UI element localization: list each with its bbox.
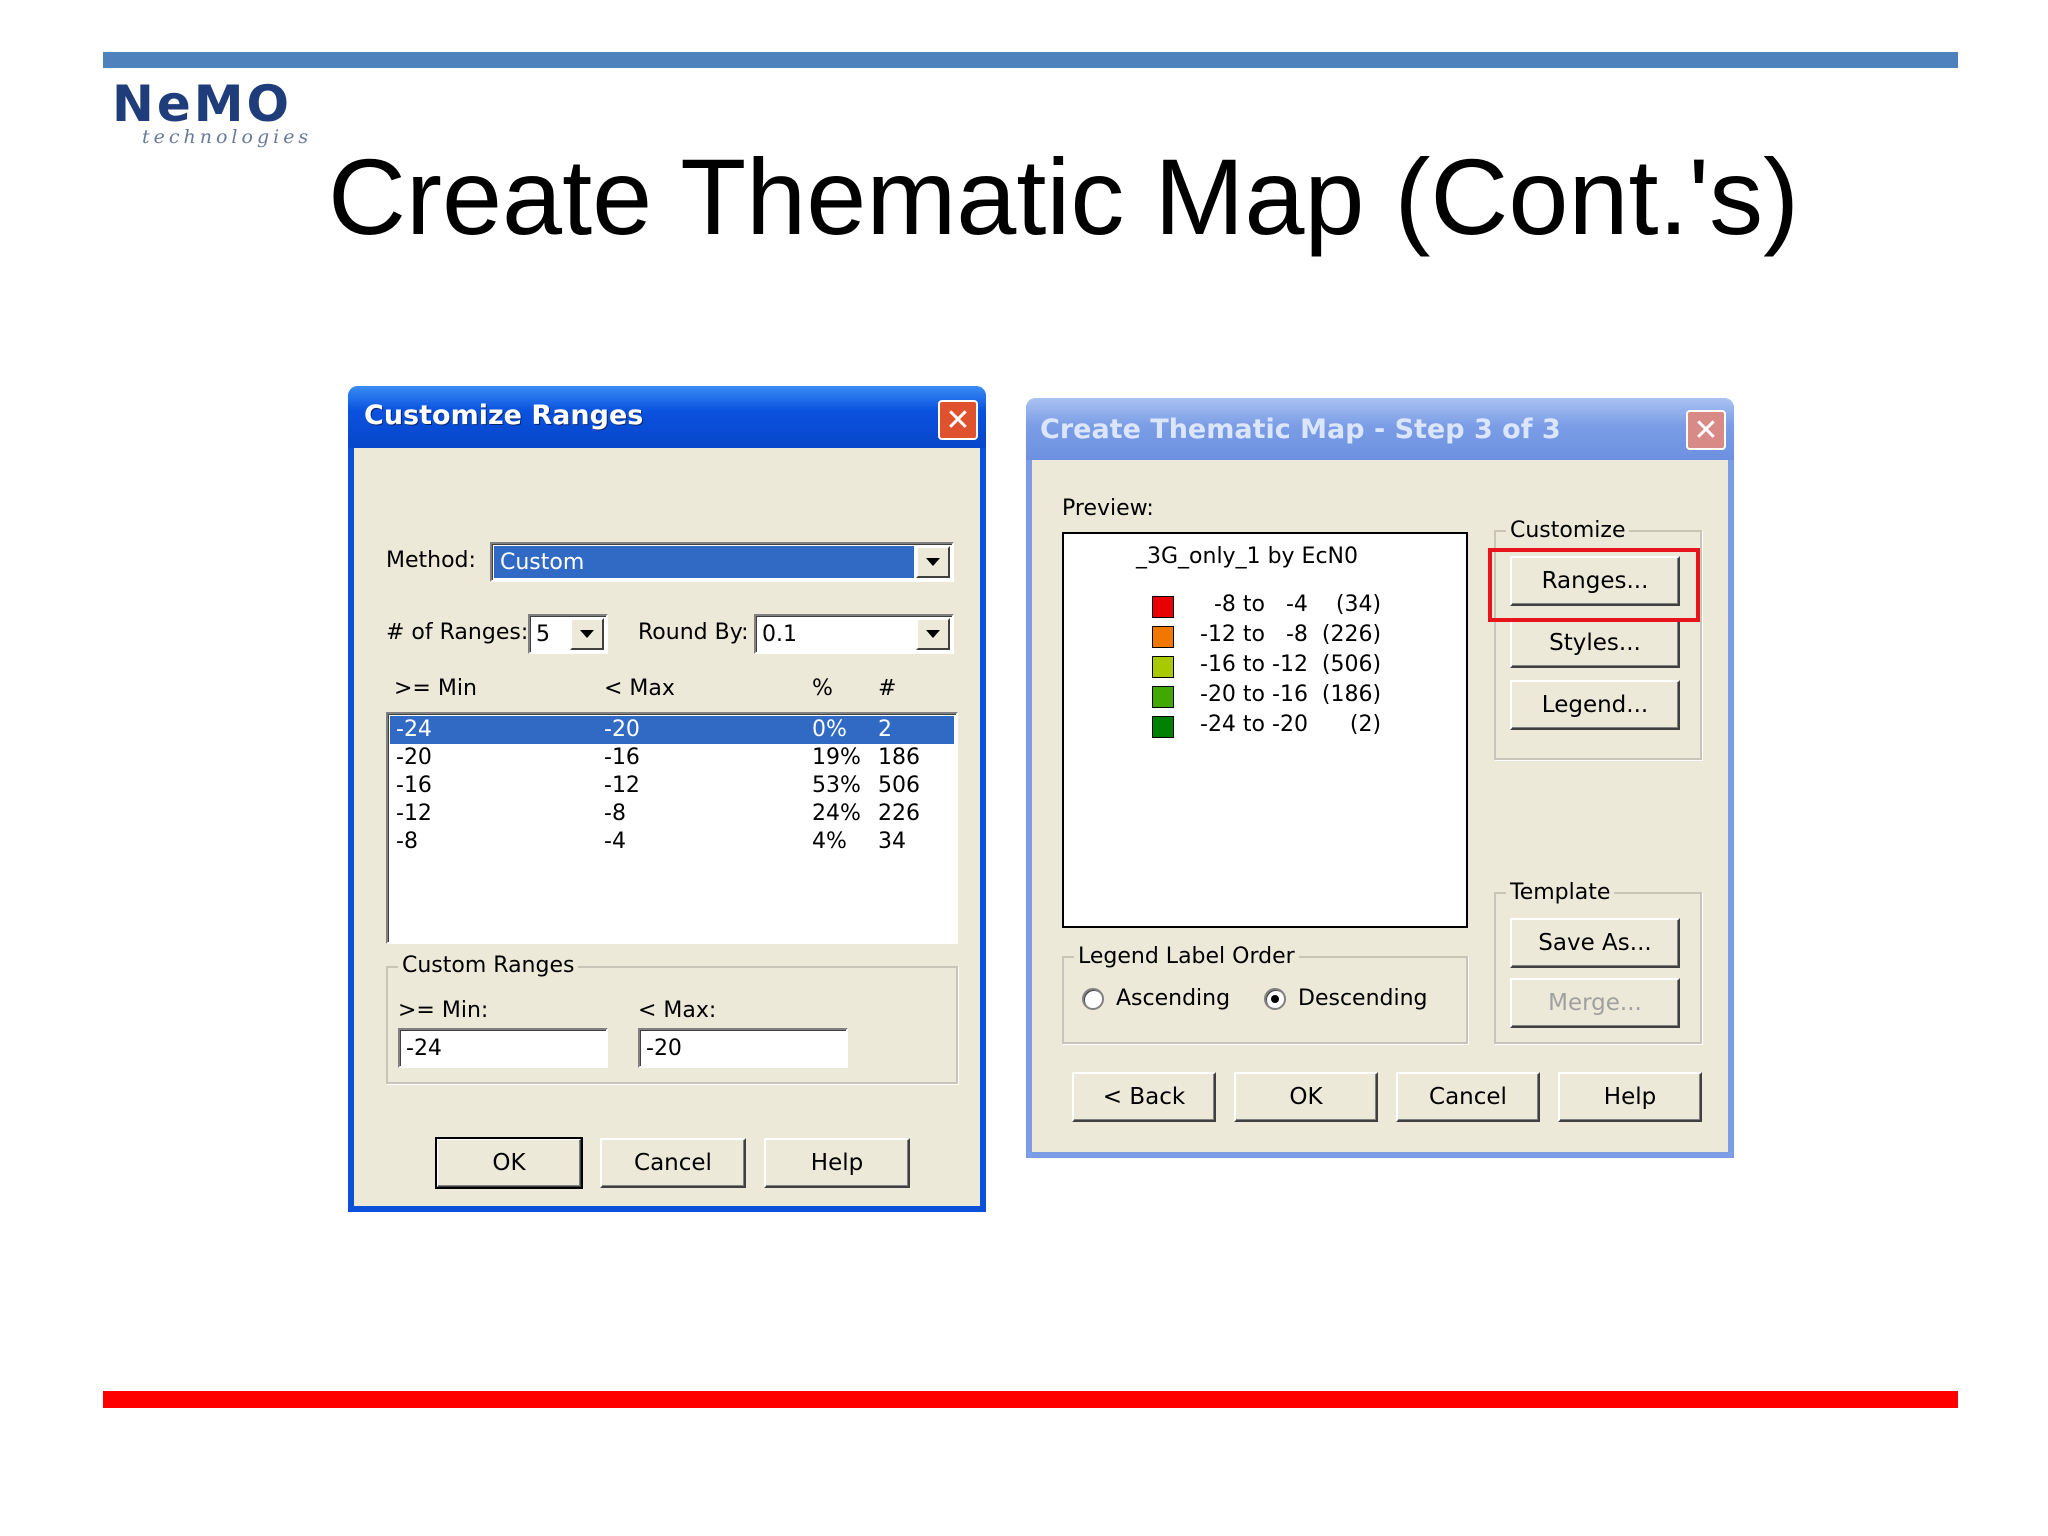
close-icon[interactable]: ✕ [1686,410,1726,450]
num-ranges-label: # of Ranges: [386,620,529,645]
help-button[interactable]: Help [1558,1072,1702,1122]
dialog-titlebar[interactable]: Create Thematic Map - Step 3 of 3 ✕ [1026,398,1734,460]
row-percent: 4% [812,829,847,854]
row-count: 186 [878,745,920,770]
column-header-max: < Max [604,676,675,701]
row-percent: 19% [812,745,861,770]
legend-button[interactable]: Legend... [1510,680,1680,730]
cancel-button[interactable]: Cancel [600,1138,746,1188]
dialog-client-area: Method: Custom # of Ranges: 5 Round By: … [354,448,980,1206]
dialog-title: Customize Ranges [364,400,644,431]
legend-entry: -16 to -12 (506) [1200,652,1382,677]
round-by-select[interactable]: 0.1 [754,614,954,654]
ranges-list[interactable]: -24 -20 0% 2 -20 -16 19% 186 -16 -12 53%… [386,712,958,944]
ok-button[interactable]: OK [435,1137,583,1189]
back-button[interactable]: < Back [1072,1072,1216,1122]
row-count: 34 [878,829,906,854]
descending-radio[interactable] [1264,988,1286,1010]
chevron-down-icon[interactable] [570,618,604,650]
dialog-titlebar[interactable]: Customize Ranges ✕ [348,386,986,448]
max-label: < Max: [638,998,717,1023]
round-by-value: 0.1 [762,621,797,647]
legend-entry: -8 to -4 (34) [1200,592,1382,617]
dialog-title: Create Thematic Map - Step 3 of 3 [1040,414,1561,445]
chevron-down-icon[interactable] [916,546,950,578]
table-row[interactable]: -8 -4 4% 34 [390,828,954,856]
legend-entry: -20 to -16 (186) [1200,682,1382,707]
row-count: 2 [878,717,892,742]
min-label: >= Min: [398,998,489,1023]
table-row[interactable]: -20 -16 19% 186 [390,744,954,772]
legend-entry: -12 to -8 (226) [1200,622,1382,647]
legend-swatch [1152,716,1174,738]
legend-order-label: Legend Label Order [1074,944,1299,969]
customize-ranges-dialog: Customize Ranges ✕ Method: Custom # of R… [348,386,986,1212]
ok-button[interactable]: OK [1234,1072,1378,1122]
thematic-map-step3-dialog: Create Thematic Map - Step 3 of 3 ✕ Prev… [1026,398,1734,1158]
column-header-percent: % [812,676,833,701]
row-min: -24 [396,717,432,742]
num-ranges-select[interactable]: 5 [528,614,608,654]
slide-title: Create Thematic Map (Cont.'s) [328,136,1800,257]
ascending-radio[interactable] [1082,988,1104,1010]
row-percent: 24% [812,801,861,826]
save-as-button[interactable]: Save As... [1510,918,1680,968]
bottom-accent-bar [103,1391,1958,1408]
method-select[interactable]: Custom [490,542,954,582]
row-min: -12 [396,801,432,826]
legend-swatch [1152,596,1174,618]
method-selected-value: Custom [494,546,914,578]
num-ranges-value: 5 [536,621,550,647]
styles-button[interactable]: Styles... [1510,618,1680,668]
row-max: -4 [604,829,626,854]
logo-tagline: technologies [142,126,313,148]
merge-button[interactable]: Merge... [1510,978,1680,1028]
table-row[interactable]: -16 -12 53% 506 [390,772,954,800]
customize-label: Customize [1506,518,1630,543]
legend-swatch [1152,656,1174,678]
custom-ranges-label: Custom Ranges [398,953,579,978]
preview-label: Preview: [1062,496,1154,521]
legend-preview: _3G_only_1 by EcN0 -8 to -4 (34) -12 to … [1062,532,1468,928]
top-accent-bar [103,52,1958,68]
min-input[interactable]: -24 [398,1028,608,1068]
row-min: -16 [396,773,432,798]
row-count: 226 [878,801,920,826]
table-row[interactable]: -12 -8 24% 226 [390,800,954,828]
dialog-client-area: Preview: _3G_only_1 by EcN0 -8 to -4 (34… [1032,460,1728,1152]
close-icon[interactable]: ✕ [938,400,978,440]
ascending-label: Ascending [1116,986,1231,1011]
row-count: 506 [878,773,920,798]
logo-wordmark: NeMO [112,75,293,133]
column-header-count: # [878,676,897,701]
nemo-logo: NeMO technologies [112,78,322,148]
row-min: -8 [396,829,418,854]
row-max: -8 [604,801,626,826]
column-header-min: >= Min [394,676,477,701]
row-max: -12 [604,773,640,798]
row-percent: 0% [812,717,847,742]
ranges-button[interactable]: Ranges... [1510,556,1680,606]
descending-label: Descending [1298,986,1428,1011]
cancel-button[interactable]: Cancel [1396,1072,1540,1122]
legend-title: _3G_only_1 by EcN0 [1136,544,1358,569]
table-row[interactable]: -24 -20 0% 2 [390,716,954,744]
row-percent: 53% [812,773,861,798]
template-label: Template [1506,880,1615,905]
legend-swatch [1152,626,1174,648]
method-label: Method: [386,548,476,573]
row-max: -20 [604,717,640,742]
row-max: -16 [604,745,640,770]
round-by-label: Round By: [638,620,749,645]
row-min: -20 [396,745,432,770]
legend-swatch [1152,686,1174,708]
max-input[interactable]: -20 [638,1028,848,1068]
chevron-down-icon[interactable] [916,618,950,650]
help-button[interactable]: Help [764,1138,910,1188]
legend-entry: -24 to -20 (2) [1200,712,1382,737]
